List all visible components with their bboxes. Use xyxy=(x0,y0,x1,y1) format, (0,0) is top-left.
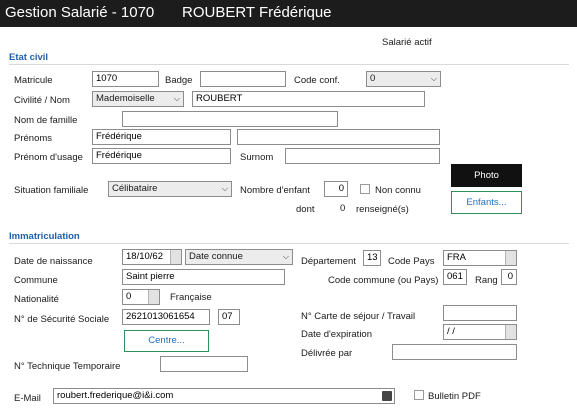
prenoms-label: Prénoms xyxy=(14,133,53,144)
nom-famille-label: Nom de famille xyxy=(14,115,78,126)
lookup-button[interactable] xyxy=(148,290,159,304)
email-label: E-Mail xyxy=(14,393,41,404)
situation-label: Situation familiale xyxy=(14,185,89,196)
section-etat-civil: Etat civil xyxy=(9,52,49,63)
nb-enfant-label: Nombre d'enfant xyxy=(240,185,310,196)
date-mode-value: Date connue xyxy=(189,251,243,262)
technique-field[interactable] xyxy=(160,356,248,372)
commune-field[interactable]: Saint pierre xyxy=(122,269,285,285)
prenoms-field[interactable]: Frédérique xyxy=(92,129,231,145)
delivree-field[interactable] xyxy=(392,344,517,360)
departement-label: Département xyxy=(301,256,356,267)
code-conf-value: 0 xyxy=(370,73,376,84)
delivree-label: Délivrée par xyxy=(301,348,353,359)
civilite-label: Civilité / Nom xyxy=(14,95,70,106)
departement-field[interactable]: 13 xyxy=(363,250,381,266)
situation-value: Célibataire xyxy=(112,183,158,194)
bulletin-pdf-label: Bulletin PDF xyxy=(428,391,481,402)
badge-label: Badge xyxy=(165,75,193,86)
date-expiration-value: / / xyxy=(447,326,455,337)
nom-field[interactable]: ROUBERT xyxy=(192,91,425,107)
civilite-select[interactable]: Mademoiselle ⌵ xyxy=(92,91,184,107)
secu-key-field[interactable]: 07 xyxy=(218,309,240,325)
surnom-field[interactable] xyxy=(285,148,440,164)
title-bar: Gestion Salarié - 1070 ROUBERT Frédériqu… xyxy=(0,0,577,27)
prenom-usage-field[interactable]: Frédérique xyxy=(92,148,231,164)
secu-label: N° de Sécurité Sociale xyxy=(14,314,110,325)
civilite-value: Mademoiselle xyxy=(96,93,155,104)
date-expiration-field[interactable]: / / xyxy=(443,324,517,340)
badge-field[interactable] xyxy=(200,71,286,87)
code-conf-label: Code conf. xyxy=(294,75,340,86)
code-pays-label: Code Pays xyxy=(388,256,435,267)
carte-sejour-label: N° Carte de séjour / Travail xyxy=(301,311,416,322)
rang-label: Rang xyxy=(475,275,498,286)
photo-button[interactable]: Photo xyxy=(451,164,522,187)
rang-field[interactable]: 0 xyxy=(501,269,517,285)
technique-label: N° Technique Temporaire xyxy=(14,361,121,372)
prenoms-field-2[interactable] xyxy=(237,129,440,145)
non-connu-label: Non connu xyxy=(375,185,421,196)
bulletin-pdf-checkbox[interactable] xyxy=(414,390,424,400)
calendar-button[interactable] xyxy=(170,250,181,264)
dont-label: dont xyxy=(296,204,315,215)
commune-label: Commune xyxy=(14,275,58,286)
nationalite-code-value: 0 xyxy=(126,291,132,302)
centre-button[interactable]: Centre... xyxy=(124,330,209,352)
matricule-label: Matricule xyxy=(14,75,53,86)
calendar-button[interactable] xyxy=(505,325,516,339)
date-naissance-value: 18/10/62 xyxy=(126,251,163,262)
window-title: Gestion Salarié - 1070 xyxy=(5,4,155,21)
section-divider xyxy=(9,243,569,244)
surnom-label: Surnom xyxy=(240,152,274,163)
code-commune-field[interactable]: 061 xyxy=(443,269,467,285)
nom-famille-field[interactable] xyxy=(122,111,338,127)
email-send-icon[interactable] xyxy=(382,391,392,401)
date-expiration-label: Date d'expiration xyxy=(301,329,372,340)
chevron-down-icon: ⌵ xyxy=(430,74,437,83)
chevron-down-icon: ⌵ xyxy=(221,184,228,193)
status-label: Salarié actif xyxy=(382,37,432,48)
nb-enfant-field[interactable]: 0 xyxy=(324,181,348,197)
non-connu-checkbox[interactable] xyxy=(360,184,370,194)
enfants-button[interactable]: Enfants... xyxy=(451,191,522,214)
nationalite-value: Française xyxy=(170,292,212,303)
email-value: roubert.frederique@i&i.com xyxy=(57,390,174,401)
date-naissance-field[interactable]: 18/10/62 xyxy=(122,249,182,265)
email-field[interactable]: roubert.frederique@i&i.com xyxy=(53,388,395,404)
chevron-down-icon: ⌵ xyxy=(173,94,180,103)
employee-name-title: ROUBERT Frédérique xyxy=(182,4,332,21)
secu-field[interactable]: 2621013061654 xyxy=(122,309,210,325)
code-pays-value: FRA xyxy=(447,252,466,263)
matricule-field[interactable]: 1070 xyxy=(92,71,159,87)
prenom-usage-label: Prénom d'usage xyxy=(14,152,83,163)
nationalite-code-field[interactable]: 0 xyxy=(122,289,160,305)
chevron-down-icon: ⌵ xyxy=(282,252,289,261)
section-divider xyxy=(9,64,569,65)
carte-sejour-field[interactable] xyxy=(443,305,517,321)
situation-select[interactable]: Célibataire ⌵ xyxy=(108,181,232,197)
date-mode-select[interactable]: Date connue ⌵ xyxy=(185,249,293,265)
lookup-button[interactable] xyxy=(505,251,516,265)
date-naissance-label: Date de naissance xyxy=(14,256,93,267)
code-conf-select[interactable]: 0 ⌵ xyxy=(366,71,441,87)
renseignes-label: renseigné(s) xyxy=(356,204,409,215)
renseignes-count: 0 xyxy=(340,203,346,214)
code-pays-field[interactable]: FRA xyxy=(443,250,517,266)
code-commune-label: Code commune (ou Pays) xyxy=(328,275,439,286)
nationalite-label: Nationalité xyxy=(14,294,59,305)
section-immatriculation: Immatriculation xyxy=(9,231,80,242)
